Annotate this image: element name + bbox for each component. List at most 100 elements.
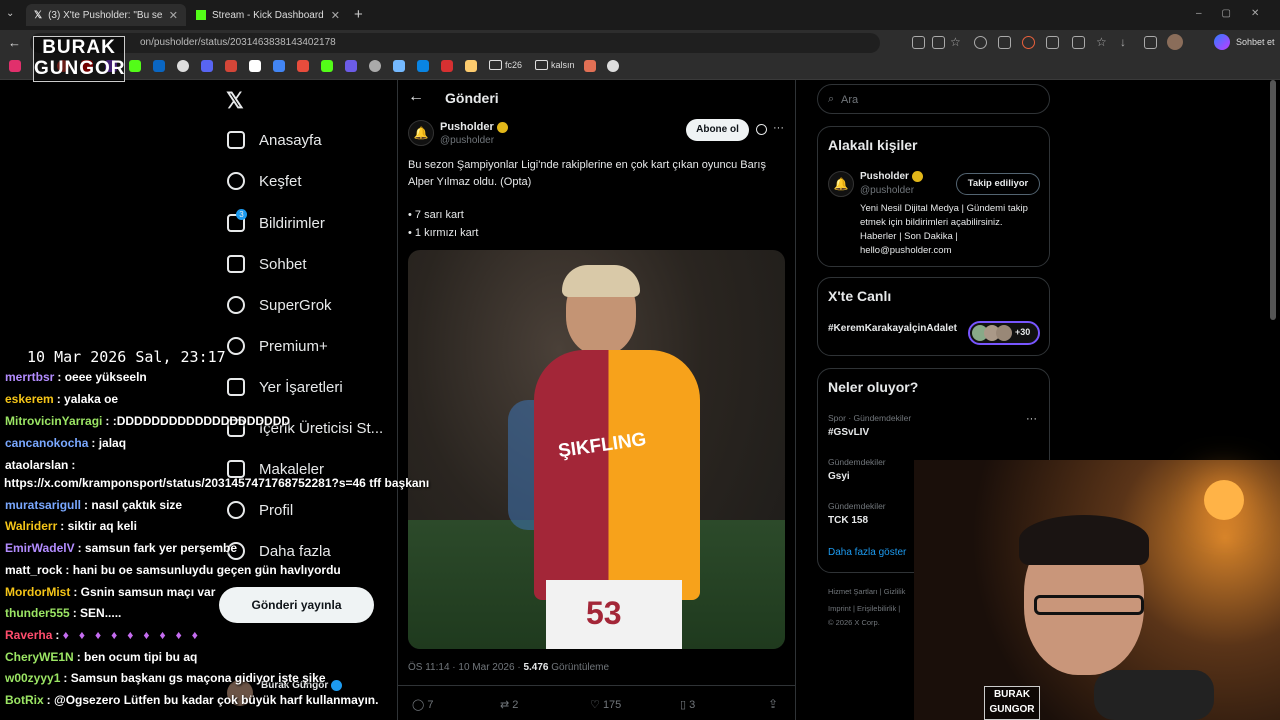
brave-icon[interactable] bbox=[1022, 36, 1035, 49]
site-icon[interactable] bbox=[607, 60, 619, 72]
copilot-icon[interactable] bbox=[1214, 34, 1230, 50]
linkedin-icon[interactable] bbox=[153, 60, 165, 72]
post-button[interactable]: Gönderi yayınla bbox=[219, 587, 374, 623]
trend-item[interactable]: Gündemdekiler Gsyi bbox=[828, 457, 886, 482]
site-icon[interactable] bbox=[297, 60, 309, 72]
profile-avatar[interactable] bbox=[1167, 34, 1183, 50]
nav-supergrok[interactable]: SuperGrok bbox=[227, 296, 332, 314]
chat-message: eskerem: yalaka oe bbox=[5, 392, 119, 406]
author-avatar[interactable]: 🔔 bbox=[408, 120, 434, 146]
download-icon[interactable]: ↓ bbox=[1120, 35, 1126, 49]
footer-link[interactable]: Imprint | Erişilebilirlik | bbox=[828, 604, 900, 613]
repost-button[interactable]: ⇄ 2 bbox=[500, 698, 518, 711]
x-logo-icon[interactable]: 𝕏 bbox=[226, 88, 244, 114]
avatar bbox=[996, 325, 1012, 341]
related-name[interactable]: Pusholder bbox=[860, 171, 923, 182]
split-screen-icon[interactable] bbox=[1072, 36, 1085, 49]
related-handle[interactable]: @pusholder bbox=[860, 185, 914, 196]
lamp bbox=[1204, 480, 1244, 520]
nav-bookmarks[interactable]: Yer İşaretleri bbox=[227, 378, 343, 396]
post-image[interactable]: ŞIKFLING 53 bbox=[408, 250, 785, 649]
puzzle-icon[interactable] bbox=[1046, 36, 1059, 49]
window-controls[interactable]: –▢✕ bbox=[1196, 8, 1279, 19]
read-aloud-icon[interactable] bbox=[932, 36, 945, 49]
following-button[interactable]: Takip ediliyor bbox=[956, 173, 1040, 195]
x-icon: 𝕏 bbox=[34, 9, 43, 21]
site-icon[interactable] bbox=[369, 60, 381, 72]
author-avatar[interactable]: 🔔 bbox=[828, 171, 854, 197]
url-field[interactable]: on/pusholder/status/2031463838143402178 bbox=[30, 33, 880, 53]
webcam-feed: BURAK GUNGOR bbox=[914, 460, 1280, 720]
close-tab-icon[interactable]: ✕ bbox=[331, 9, 340, 22]
site-icon[interactable] bbox=[441, 60, 453, 72]
more-options-icon[interactable]: ··· bbox=[1026, 413, 1037, 425]
more-options-icon[interactable]: ··· bbox=[773, 122, 784, 134]
live-participants[interactable]: +30 bbox=[968, 321, 1040, 345]
folder-icon bbox=[535, 60, 548, 70]
share-icon[interactable]: ⇪ bbox=[768, 697, 778, 711]
page-scrollbar[interactable] bbox=[1270, 80, 1276, 320]
chat-message: ataolarslan: bbox=[5, 458, 76, 472]
site-icon[interactable] bbox=[393, 60, 405, 72]
nav-notifications[interactable]: 3 Bildirimler bbox=[227, 209, 325, 232]
back-arrow-icon[interactable]: ← bbox=[8, 35, 21, 50]
site-icon[interactable] bbox=[584, 60, 596, 72]
tab-kick-dashboard[interactable]: Stream - Kick Dashboard ✕ bbox=[188, 4, 348, 26]
favorites-icon[interactable]: ☆ bbox=[1096, 35, 1107, 49]
tab-x-post[interactable]: 𝕏 (3) X'te Pusholder: "Bu sezon Şamp ✕ bbox=[26, 4, 186, 26]
home-icon bbox=[227, 131, 245, 149]
nav-more[interactable]: Daha fazla bbox=[227, 542, 331, 560]
live-topic[interactable]: #KeremKarakayaİçinAdalet bbox=[828, 322, 958, 336]
reply-button[interactable]: ◯ 7 bbox=[412, 698, 434, 711]
close-tab-icon[interactable]: ✕ bbox=[169, 9, 178, 22]
nav-premium[interactable]: Premium+ bbox=[227, 337, 328, 355]
copilot-chat-label[interactable]: Sohbet et bbox=[1236, 37, 1275, 47]
kick-bookmark-icon[interactable] bbox=[129, 60, 141, 72]
chat-message: https://x.com/kramponsport/status/203145… bbox=[4, 476, 430, 490]
like-button[interactable]: ♡ 175 bbox=[590, 698, 621, 711]
streamer-logo: BURAK GUNGOR bbox=[33, 36, 125, 82]
tab-view-icon[interactable] bbox=[912, 36, 925, 49]
folder-icon bbox=[489, 60, 502, 70]
site-icon[interactable] bbox=[345, 60, 357, 72]
author-handle[interactable]: @pusholder bbox=[440, 135, 494, 146]
screenshot-icon[interactable] bbox=[1144, 36, 1157, 49]
author-name[interactable]: Pusholder bbox=[440, 121, 508, 133]
back-arrow-icon[interactable]: ← bbox=[408, 88, 424, 106]
site-icon[interactable] bbox=[177, 60, 189, 72]
kick-bookmark-icon[interactable] bbox=[321, 60, 333, 72]
bookmark-folder-fc26[interactable]: fc26 bbox=[505, 60, 522, 70]
tab-list-icon[interactable]: ⌄ bbox=[6, 8, 20, 22]
profile-icon bbox=[227, 501, 245, 519]
extension-icon[interactable] bbox=[974, 36, 987, 49]
docs-icon[interactable] bbox=[273, 60, 285, 72]
favorite-star-icon[interactable]: ☆ bbox=[950, 35, 961, 49]
panel-title: X'te Canlı bbox=[828, 288, 892, 304]
gmail-icon[interactable] bbox=[225, 60, 237, 72]
subscribe-button[interactable]: Abone ol bbox=[686, 119, 749, 141]
instagram-icon[interactable] bbox=[9, 60, 21, 72]
divider bbox=[397, 685, 795, 686]
trend-item[interactable]: Spor · Gündemdekiler #GSvLIV bbox=[828, 413, 911, 438]
nav-home[interactable]: Anasayfa bbox=[227, 131, 322, 149]
camera-icon[interactable] bbox=[998, 36, 1011, 49]
show-more-link[interactable]: Daha fazla göster bbox=[828, 547, 906, 558]
site-icon[interactable] bbox=[249, 60, 261, 72]
nav-messages[interactable]: Sohbet bbox=[227, 255, 307, 273]
bookmark-button[interactable]: ▯ 3 bbox=[680, 698, 695, 711]
discord-icon[interactable] bbox=[201, 60, 213, 72]
nav-profile[interactable]: Profil bbox=[227, 501, 293, 519]
related-bio: Yeni Nesil Dijital Medya | Gündemi takip… bbox=[860, 203, 1028, 256]
search-icon: ⌕ bbox=[828, 93, 835, 105]
grok-icon[interactable] bbox=[756, 124, 767, 135]
site-icon[interactable] bbox=[465, 60, 477, 72]
nav-explore[interactable]: Keşfet bbox=[227, 172, 302, 190]
chat-message: cancanokocha: jalaq bbox=[5, 436, 127, 450]
new-tab-icon[interactable]: + bbox=[354, 6, 363, 23]
footer-link[interactable]: Hizmet Şartları | Gizlilik bbox=[828, 587, 905, 596]
site-icon[interactable] bbox=[417, 60, 429, 72]
bookmark-folder-kalsin[interactable]: kalsın bbox=[551, 60, 575, 70]
chat-message: EmirWadelV: samsun fark yer perşembe bbox=[5, 541, 237, 555]
trend-item[interactable]: Gündemdekiler TCK 158 bbox=[828, 501, 886, 526]
search-input[interactable]: ⌕ Ara bbox=[817, 84, 1050, 114]
